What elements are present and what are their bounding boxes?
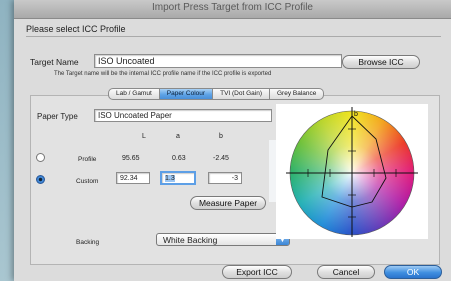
measure-paper-button[interactable]: Measure Paper — [190, 196, 266, 210]
paper-type-label: Paper Type — [37, 112, 78, 121]
column-a-header: a — [176, 133, 180, 140]
profile-radio[interactable] — [36, 153, 45, 162]
tab-bar: Lab / Gamut Paper Colour TVI (Dot Gain) … — [108, 88, 325, 100]
backing-label: Backing — [76, 239, 100, 246]
title-bar[interactable]: Import Press Target from ICC Profile — [14, 0, 451, 19]
cancel-button[interactable]: Cancel — [317, 265, 375, 279]
profile-a-value: 0.63 — [172, 155, 186, 162]
profile-l-value: 95.65 — [122, 155, 140, 162]
target-name-label: Target Name — [30, 57, 79, 67]
gamut-plot: b — [276, 104, 428, 239]
window-title: Import Press Target from ICC Profile — [152, 2, 313, 13]
target-name-input[interactable]: ISO Uncoated — [94, 54, 342, 68]
select-profile-heading: Please select ICC Profile — [26, 24, 126, 34]
paper-type-input[interactable]: ISO Uncoated Paper — [94, 109, 272, 122]
custom-l-input[interactable]: 92.34 — [116, 172, 150, 184]
custom-a-selection: 1.3 — [165, 175, 175, 182]
profile-b-value: -2.45 — [213, 155, 229, 162]
custom-row-label: Custom — [76, 178, 99, 185]
custom-a-input[interactable]: 1.3 — [160, 171, 196, 185]
custom-radio[interactable] — [36, 175, 45, 184]
tab-lab-gamut[interactable]: Lab / Gamut — [108, 88, 160, 100]
column-l-header: L — [142, 133, 146, 140]
header-divider — [26, 36, 441, 37]
profile-row-label: Profile — [78, 156, 97, 163]
export-icc-button[interactable]: Export ICC — [222, 265, 292, 279]
browse-icc-button[interactable]: Browse ICC — [342, 55, 420, 69]
backing-select[interactable]: White Backing ▲▼ — [156, 233, 290, 246]
tab-tvi-dot-gain[interactable]: TVI (Dot Gain) — [213, 88, 270, 100]
tab-paper-colour[interactable]: Paper Colour — [159, 88, 214, 100]
tab-grey-balance[interactable]: Grey Balance — [270, 88, 325, 100]
backing-select-value: White Backing — [163, 235, 218, 245]
import-press-target-dialog: Import Press Target from ICC Profile Ple… — [14, 0, 451, 281]
custom-b-input[interactable]: -3 — [208, 172, 242, 184]
b-axis-label: b — [354, 111, 358, 118]
column-b-header: b — [219, 133, 223, 140]
target-name-note: The Target name will be the internal ICC… — [54, 71, 272, 77]
ok-button[interactable]: OK — [384, 265, 442, 279]
